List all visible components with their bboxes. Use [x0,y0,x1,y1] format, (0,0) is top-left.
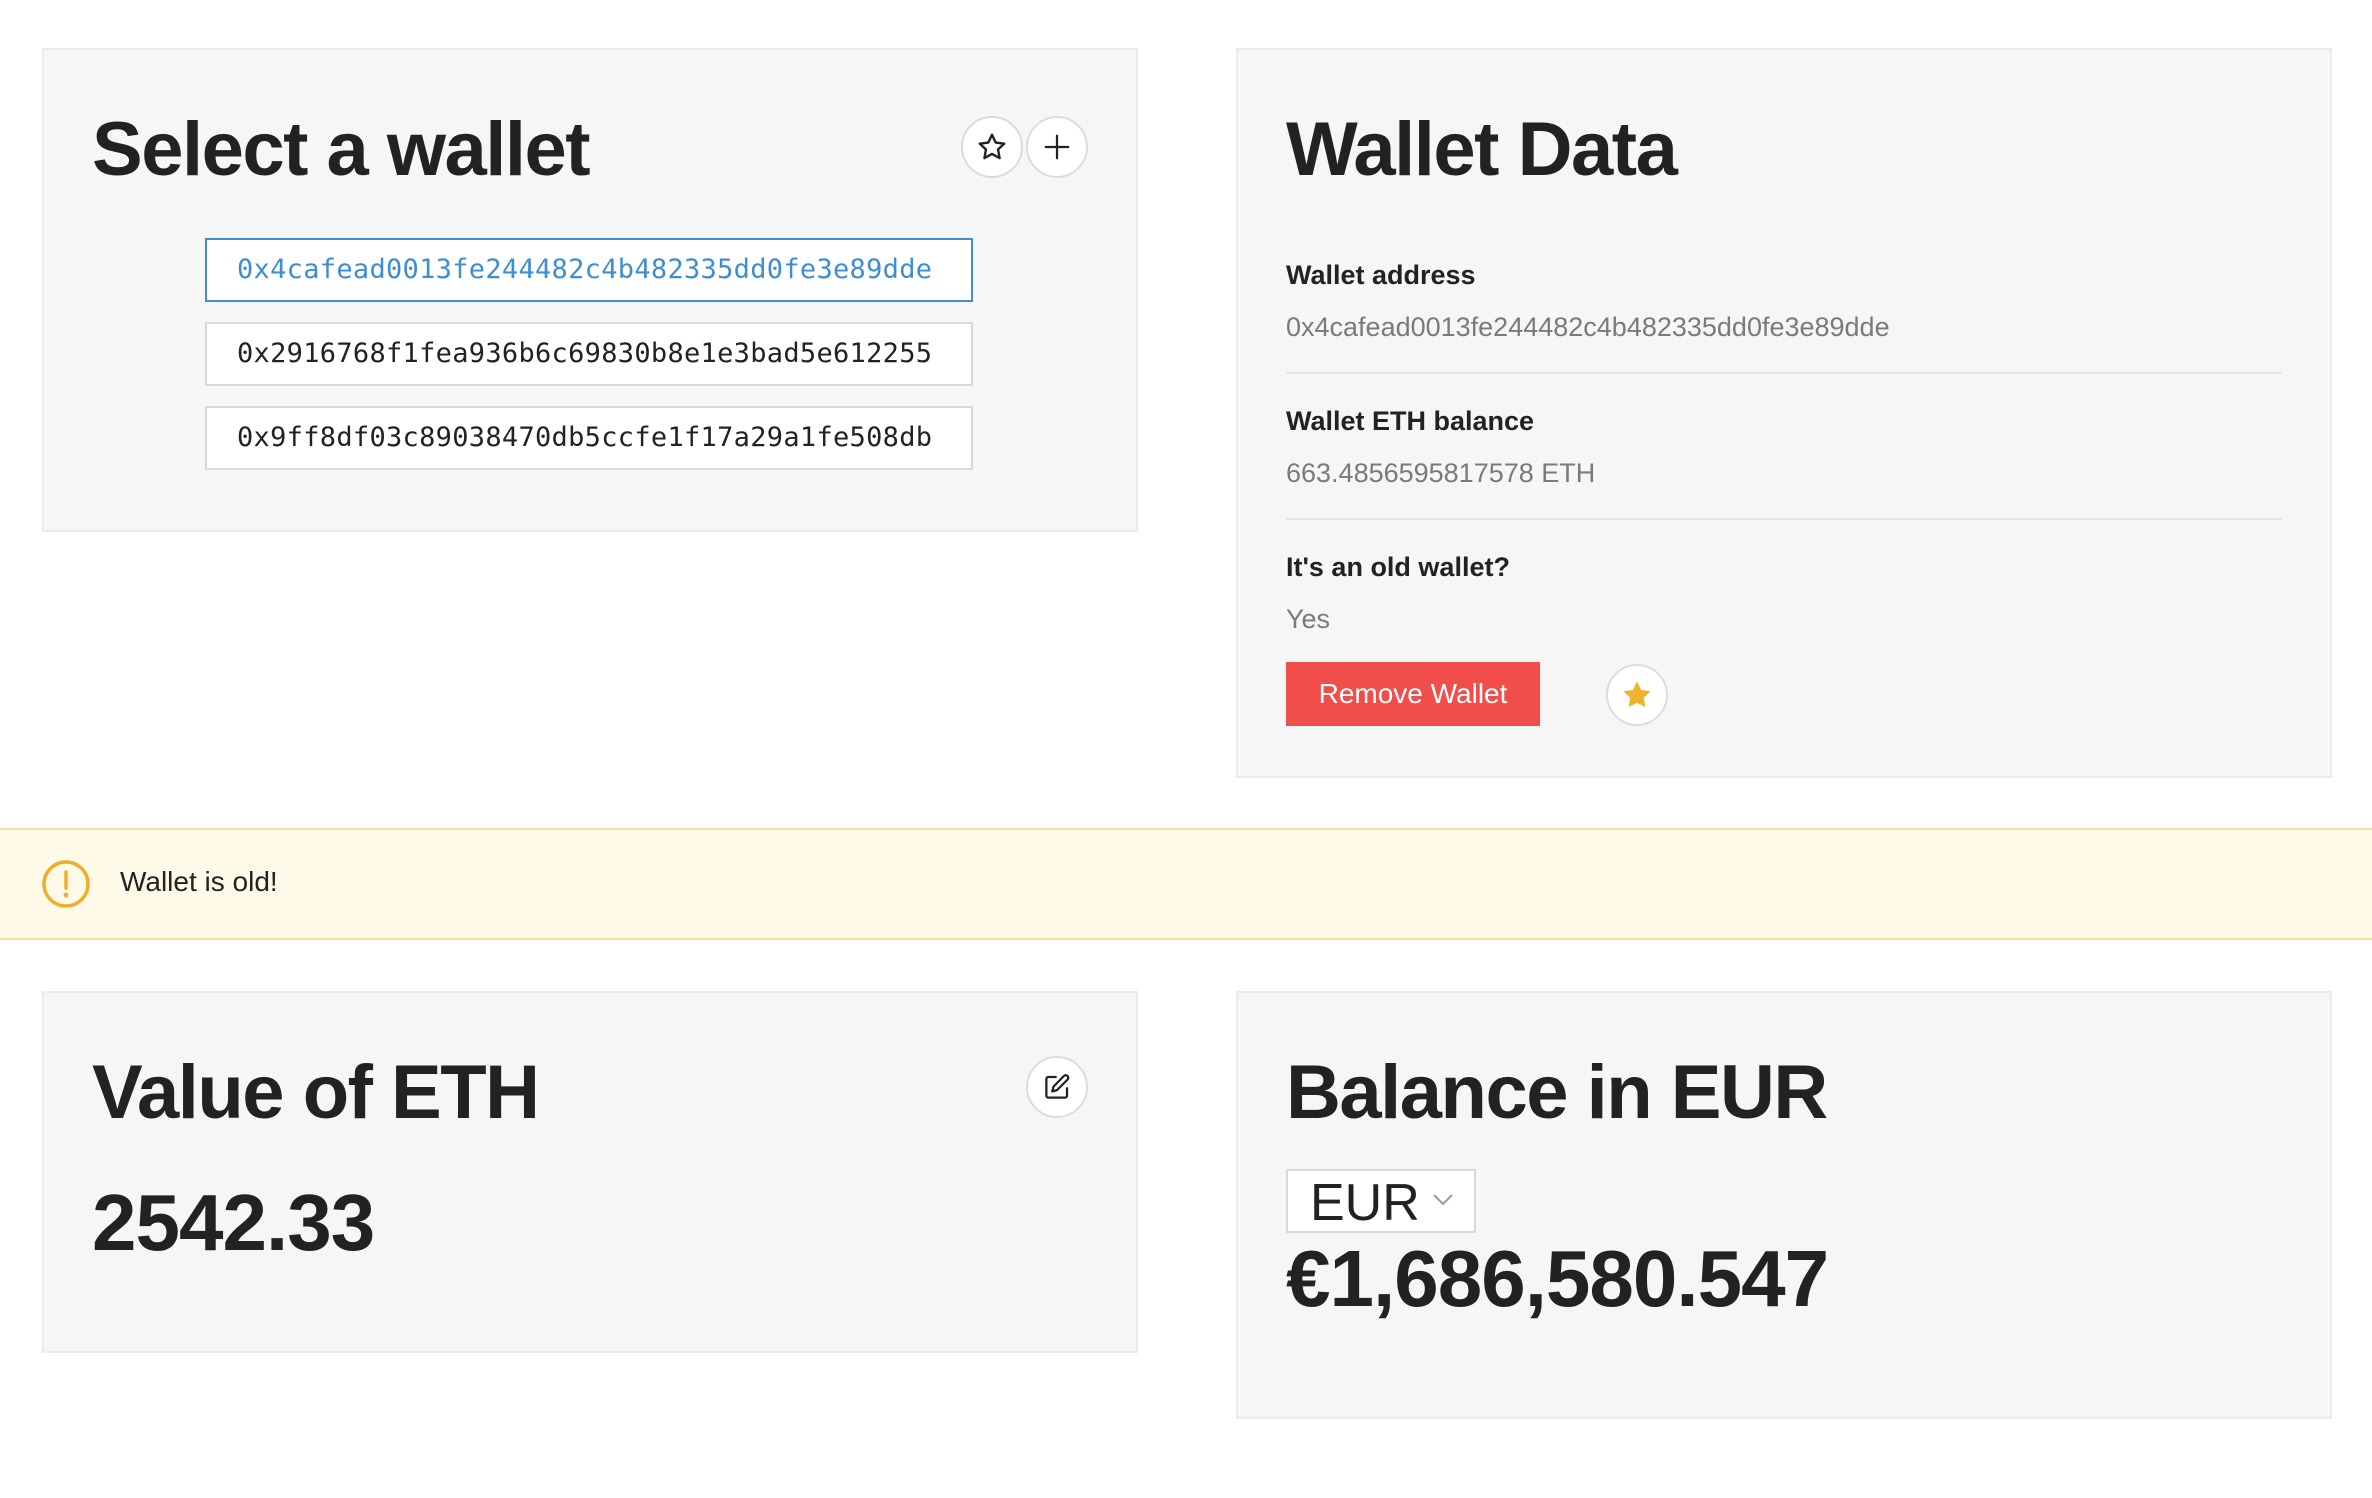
wallet-item[interactable]: 0x2916768f1fea936b6c69830b8e1e3bad5e6122… [205,322,973,386]
wallet-balance-label: Wallet ETH balance [1286,406,1535,436]
select-wallet-card: Select a wallet 0x4cafead0013fe244482c4b… [42,48,1138,532]
divider [1286,372,2282,374]
wallet-item[interactable]: 0x9ff8df03c89038470db5ccfe1f17a29a1fe508… [205,406,973,470]
divider [1286,518,2282,520]
star-filled-icon [1624,682,1650,707]
banner-message: Wallet is old! [120,866,278,897]
favorite-wallet-button[interactable] [1606,664,1668,726]
balance-eur-card: Balance in EUR EUR €1,686,580.547 [1236,991,2332,1419]
favorites-button[interactable] [961,116,1023,178]
wallet-balance-value: 663.4856595817578 ETH [1286,458,1596,488]
wallet-address-label: Wallet address [1286,260,1476,290]
wallet-old-value: Yes [1286,604,1331,634]
star-outline-icon [978,133,1006,160]
wallet-list: 0x4cafead0013fe244482c4b482335dd0fe3e89d… [205,238,973,490]
add-wallet-button[interactable] [1026,116,1088,178]
plus-icon [1044,134,1070,160]
balance-eur-title: Balance in EUR [1286,1050,1828,1135]
eth-value-title: Value of ETH [92,1050,540,1135]
remove-wallet-button[interactable]: Remove Wallet [1286,662,1540,726]
edit-eth-value-button[interactable] [1026,1056,1088,1118]
currency-selected-value: EUR [1310,1174,1420,1232]
eth-value: 2542.33 [92,1178,375,1267]
wallet-address-value: 0x4cafead0013fe244482c4b482335dd0fe3e89d… [1286,312,1890,342]
select-wallet-title: Select a wallet [92,107,591,192]
eth-value-card: Value of ETH 2542.33 [42,991,1138,1353]
wallet-old-label: It's an old wallet? [1286,552,1510,582]
edit-icon [1045,1074,1070,1099]
old-wallet-banner: Wallet is old! [0,828,2372,940]
chevron-down-icon [1432,1193,1454,1212]
wallet-item-selected[interactable]: 0x4cafead0013fe244482c4b482335dd0fe3e89d… [205,238,973,302]
balance-eur-value: €1,686,580.547 [1286,1234,1829,1323]
warning-circle-icon [40,858,92,915]
wallet-dashboard: Select a wallet 0x4cafead0013fe244482c4b… [0,0,2372,1498]
currency-select[interactable]: EUR [1286,1169,1476,1233]
wallet-data-title: Wallet Data [1286,107,1678,192]
wallet-data-card: Wallet Data Wallet address 0x4cafead0013… [1236,48,2332,778]
